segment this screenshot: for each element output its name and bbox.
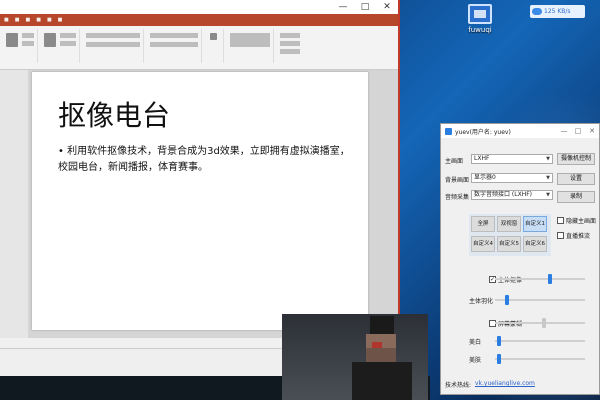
layout-button-custom5[interactable]: 自定义5 (497, 236, 521, 252)
minimize-icon[interactable]: — (332, 0, 354, 14)
new-slide-icon[interactable] (44, 33, 56, 47)
main-feather-label: 主体羽化 (469, 298, 494, 305)
layout-grid: 全屏 双视窗 自定义1 自定义4 自定义5 自定义6 (469, 214, 551, 256)
background-label: 背景画面 (445, 177, 470, 184)
camera-control-button[interactable]: 摄像机控制 (557, 153, 595, 165)
layout-button-dual[interactable]: 双视窗 (497, 216, 521, 232)
find-control[interactable] (280, 33, 300, 38)
ribbon-control[interactable] (22, 33, 34, 38)
layout-button-custom6[interactable]: 自定义6 (523, 236, 547, 252)
whitening-label: 美白 (469, 339, 482, 346)
main-feather-slider[interactable] (495, 295, 585, 305)
ribbon-tab[interactable]: ■ (25, 17, 30, 23)
ppt-title-bar: — □ ✕ (0, 0, 398, 14)
ribbon-group-drawing (226, 29, 274, 63)
close-icon[interactable]: ✕ (585, 127, 599, 135)
smoothing-label: 美肤 (469, 357, 482, 364)
ribbon-control[interactable] (60, 41, 76, 46)
convert-icon[interactable] (210, 33, 217, 40)
hide-main-label: 隐藏主画面 (566, 218, 597, 225)
chevron-down-icon: ▼ (546, 175, 550, 181)
slider-thumb[interactable] (497, 336, 501, 346)
layout-button-custom4[interactable]: 自定义4 (471, 236, 495, 252)
main-screen-select[interactable]: LXHF ▼ (471, 154, 553, 164)
ribbon-control[interactable] (60, 33, 76, 38)
select-control[interactable] (280, 49, 300, 54)
maximize-icon[interactable]: □ (571, 127, 585, 135)
checkbox-box[interactable] (557, 232, 564, 239)
app-icon (445, 127, 452, 135)
font-select[interactable] (86, 33, 140, 38)
pixelated-hair (370, 316, 394, 336)
net-speed-text: 125 KB/s (544, 8, 571, 15)
ribbon-tab[interactable]: ■ (36, 17, 41, 23)
audio-value: 数字音频接口 (LXHF) (474, 191, 533, 198)
smoothing-slider[interactable] (495, 354, 585, 364)
slider-thumb[interactable] (497, 354, 501, 364)
slider-thumb[interactable] (548, 274, 552, 284)
close-icon[interactable]: ✕ (376, 0, 398, 14)
main-screen-value: LXHF (474, 155, 490, 162)
cloud-icon (532, 8, 542, 15)
maximize-icon[interactable]: □ (354, 0, 376, 14)
paragraph-controls[interactable] (150, 42, 198, 47)
desktop-icon-label: fuwuqi (468, 26, 492, 34)
dialog-title: yuev(用户名: yuev) (455, 128, 511, 136)
main-keying-slider[interactable] (495, 274, 585, 284)
record-button[interactable]: 录制 (557, 191, 595, 203)
ppt-ribbon-tabs: ■ ■ ■ ■ ■ ■ (0, 14, 398, 26)
audio-select[interactable]: 数字音频接口 (LXHF) ▼ (471, 190, 553, 200)
ribbon-tab[interactable]: ■ (58, 17, 63, 23)
camera-preview (282, 314, 428, 400)
checkbox-box[interactable] (557, 217, 564, 224)
layout-button-fullscreen[interactable]: 全屏 (471, 216, 495, 232)
ribbon-group-paragraph (146, 29, 202, 63)
paragraph-controls[interactable] (150, 33, 198, 38)
pixelated-body (352, 362, 412, 400)
slide-thumbnail-pane[interactable] (0, 70, 28, 338)
network-speed-widget: 125 KB/s (530, 5, 585, 18)
background-select[interactable]: 显示器0 ▼ (471, 173, 553, 183)
live-stream-checkbox[interactable]: 直播推流 (557, 231, 590, 240)
slide-body-text[interactable]: • 利用软件抠像技术，背景合成为3d效果，立即拥有虚拟演播室，校园电台，新闻播报… (58, 144, 358, 176)
ribbon-control[interactable] (22, 41, 34, 46)
ribbon-group-slides (40, 29, 80, 63)
ppt-workspace: 抠像电台 • 利用软件抠像技术，背景合成为3d效果，立即拥有虚拟演播室，校园电台… (0, 70, 398, 338)
ribbon-tab[interactable]: ■ (47, 17, 52, 23)
background-value: 显示器0 (474, 174, 496, 181)
hotline-link[interactable]: vk.yuelianglive.com (475, 380, 535, 387)
whitening-slider[interactable] (495, 336, 585, 346)
ribbon-group-editing (276, 29, 304, 63)
screen-blur-slider[interactable] (495, 318, 585, 328)
paste-icon[interactable] (6, 33, 18, 47)
minimize-icon[interactable]: — (557, 127, 571, 135)
font-style-controls[interactable] (86, 42, 140, 47)
replace-control[interactable] (280, 41, 300, 46)
ribbon-group-clipboard (2, 29, 38, 63)
slide-title[interactable]: 抠像电台 (58, 94, 170, 134)
ribbon-tab[interactable]: ■ (4, 17, 9, 23)
audio-label: 音频采集 (445, 194, 470, 201)
slide-canvas[interactable]: 抠像电台 • 利用软件抠像技术，背景合成为3d效果，立即拥有虚拟演播室，校园电台… (32, 72, 368, 330)
ribbon-group-convert (204, 29, 224, 63)
chevron-down-icon: ▼ (546, 192, 550, 198)
layout-button-custom1[interactable]: 自定义1 (523, 216, 547, 232)
settings-button[interactable]: 设置 (557, 173, 595, 185)
hide-main-checkbox[interactable]: 隐藏主画面 (557, 216, 596, 225)
desktop-icon-fuwuqi[interactable]: fuwuqi (462, 4, 498, 34)
pixelated-face (366, 348, 396, 362)
server-icon (468, 4, 492, 24)
main-screen-label: 主画面 (445, 158, 464, 165)
shapes-gallery[interactable] (230, 33, 270, 47)
slider-thumb[interactable] (505, 295, 509, 305)
yuev-dialog: yuev(用户名: yuev) — □ ✕ 主画面 LXHF ▼ 摄像机控制 背… (440, 123, 600, 395)
ribbon-tab[interactable]: ■ (15, 17, 20, 23)
hotline-label: 技术热线: (445, 382, 472, 389)
ppt-ribbon (0, 26, 398, 70)
ribbon-group-font (82, 29, 144, 63)
dialog-title-bar: yuev(用户名: yuev) — □ ✕ (441, 124, 599, 138)
live-stream-label: 直播推流 (566, 233, 591, 240)
chevron-down-icon: ▼ (546, 156, 550, 162)
slider-thumb[interactable] (542, 318, 546, 328)
